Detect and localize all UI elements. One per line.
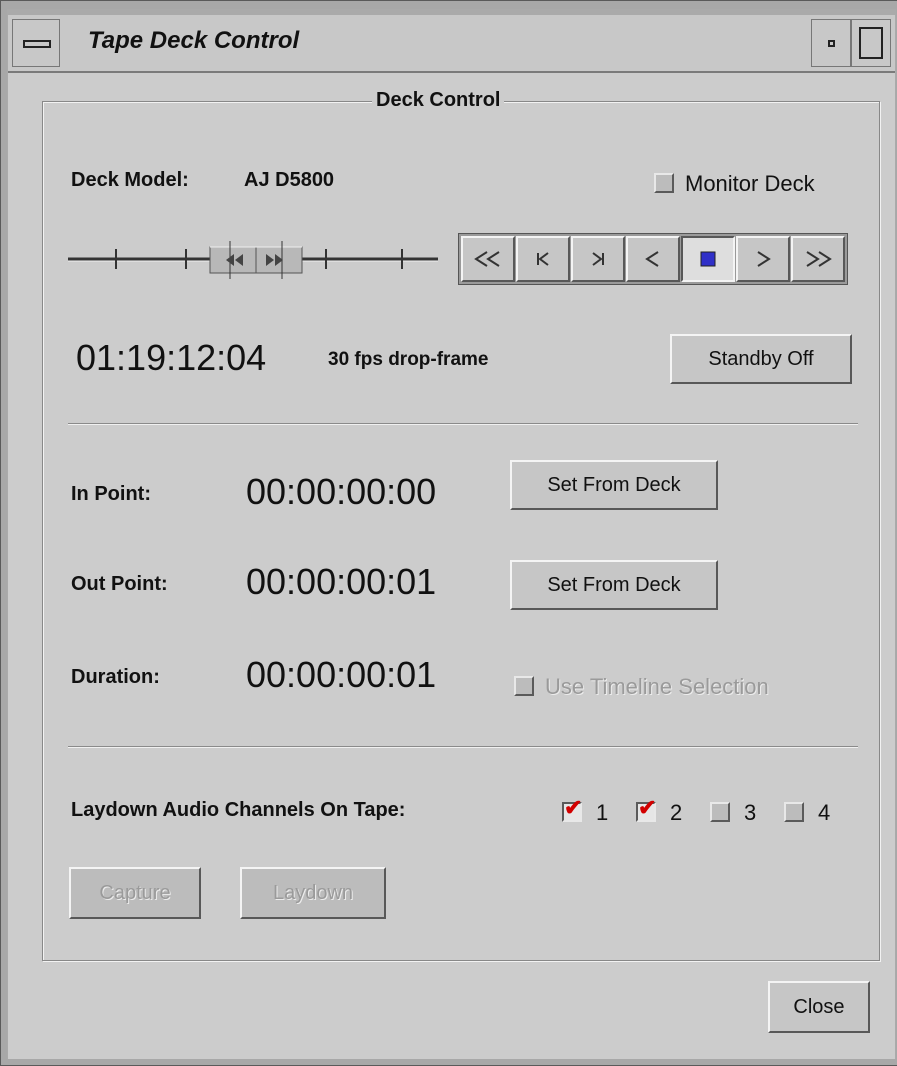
audio-channel-4-label: 4 (818, 800, 831, 825)
checkmark-icon: ✔ (638, 795, 657, 820)
use-timeline-selection-label: Use Timeline Selection (545, 674, 769, 699)
fast-forward-button[interactable] (791, 236, 845, 282)
audio-channel-1-checkbox[interactable]: ✔ (562, 797, 582, 822)
use-timeline-selection-checkbox[interactable] (514, 676, 534, 696)
shuttle-slider[interactable] (68, 233, 443, 283)
window-menu-button[interactable] (12, 19, 60, 67)
capture-button[interactable]: Capture (69, 867, 201, 919)
audio-channel-3-label: 3 (744, 800, 757, 825)
step-forward-icon (592, 252, 604, 266)
group-title: Deck Control (372, 89, 505, 112)
in-point-value: 00:00:00:00 (246, 471, 437, 512)
laydown-audio-label: Laydown Audio Channels On Tape: (71, 799, 406, 821)
audio-channel-1-label: 1 (596, 800, 609, 825)
minimize-icon (828, 40, 835, 47)
duration-label: Duration: (71, 666, 160, 688)
laydown-button[interactable]: Laydown (240, 867, 386, 919)
maximize-button[interactable] (851, 19, 891, 67)
separator-2 (68, 746, 858, 748)
current-timecode: 01:19:12:04 (76, 337, 267, 378)
fast-forward-icon (806, 251, 832, 267)
in-set-from-deck-button[interactable]: Set From Deck (510, 460, 718, 510)
deck-model-label: Deck Model: (71, 169, 189, 191)
maximize-icon (859, 27, 883, 59)
deck-control-group (42, 101, 880, 961)
standby-button[interactable]: Standby Off (670, 334, 852, 384)
deck-model-value: AJ D5800 (244, 169, 335, 191)
play-reverse-icon (645, 251, 659, 267)
rewind-icon (474, 251, 500, 267)
monitor-deck-label: Monitor Deck (685, 171, 815, 196)
step-back-icon (537, 252, 549, 266)
audio-channel-2-label: 2 (670, 800, 683, 825)
stop-button[interactable] (681, 236, 735, 282)
tape-deck-control-window: Tape Deck Control Deck Control Deck Mode… (0, 0, 897, 1066)
play-button[interactable] (736, 236, 790, 282)
separator-1 (68, 423, 858, 425)
close-button[interactable]: Close (768, 981, 870, 1033)
play-reverse-button[interactable] (626, 236, 680, 282)
rewind-button[interactable] (461, 236, 515, 282)
window-title: Tape Deck Control (88, 27, 300, 54)
shuttle-thumb[interactable] (209, 241, 303, 279)
stop-icon (700, 251, 716, 267)
next-frame-button[interactable] (571, 236, 625, 282)
monitor-deck-checkbox[interactable] (654, 173, 674, 193)
timecode-format: 30 fps drop-frame (328, 349, 489, 370)
audio-channel-2-checkbox[interactable]: ✔ (636, 797, 656, 822)
out-point-value: 00:00:00:01 (246, 561, 437, 602)
out-point-label: Out Point: (71, 573, 168, 595)
minimize-button[interactable] (811, 19, 851, 67)
audio-channel-4-checkbox[interactable] (784, 802, 804, 822)
transport-controls (458, 233, 848, 285)
play-icon (757, 251, 771, 267)
title-bar[interactable]: Tape Deck Control (8, 15, 895, 73)
audio-channel-3-checkbox[interactable] (710, 802, 730, 822)
window-menu-icon (23, 40, 51, 48)
duration-value: 00:00:00:01 (246, 654, 437, 695)
in-point-label: In Point: (71, 483, 151, 505)
dialog-body: Deck Control Deck Model: AJ D5800 Monito… (8, 73, 895, 1059)
checkmark-icon: ✔ (564, 795, 583, 820)
previous-frame-button[interactable] (516, 236, 570, 282)
out-set-from-deck-button[interactable]: Set From Deck (510, 560, 718, 610)
